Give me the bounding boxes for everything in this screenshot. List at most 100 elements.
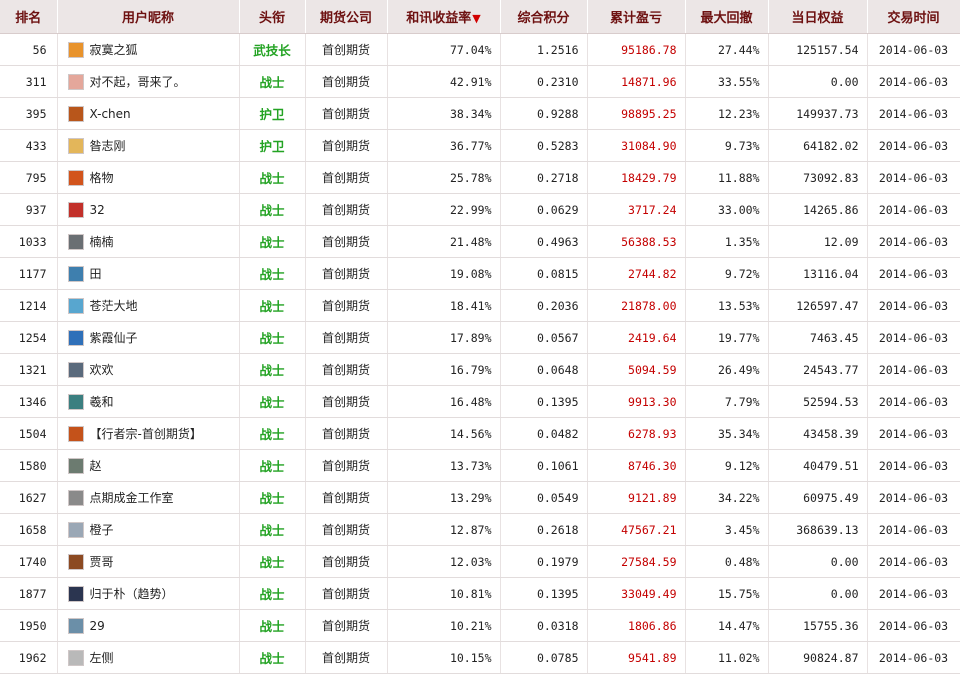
cell-max-drawdown: 9.72% <box>685 257 769 290</box>
user-nickname-link[interactable]: 29 <box>90 619 105 633</box>
cell-title: 战士 <box>239 385 306 418</box>
user-nickname-link[interactable]: 欢欢 <box>90 363 114 377</box>
cell-company: 首创期货 <box>305 385 388 418</box>
avatar[interactable] <box>67 169 84 186</box>
cell-nickname: 【行者宗-首创期货】 <box>57 417 240 450</box>
cell-equity: 64182.02 <box>768 129 868 162</box>
avatar[interactable] <box>67 553 84 570</box>
user-nickname-link[interactable]: 赵 <box>90 459 102 473</box>
user-nickname-link[interactable]: X-chen <box>90 107 131 121</box>
avatar[interactable] <box>67 425 84 442</box>
avatar[interactable] <box>67 265 84 282</box>
cell-company: 首创期货 <box>305 641 388 674</box>
avatar[interactable] <box>67 361 84 378</box>
cell-trade-time: 2014-06-03 <box>867 129 960 162</box>
user-nickname-link[interactable]: 格物 <box>90 171 114 185</box>
table-row: 56 寂寞之狐 武技长 首创期货 77.04% 1.2516 95186.78 27.44% 1… <box>0 33 960 66</box>
cell-nickname: X-chen <box>57 97 240 130</box>
avatar[interactable] <box>67 105 84 122</box>
cell-max-drawdown: 9.12% <box>685 449 769 482</box>
user-nickname-link[interactable]: 32 <box>90 203 105 217</box>
avatar[interactable] <box>67 73 84 90</box>
cell-company: 首创期货 <box>305 65 388 98</box>
header-total-pnl[interactable]: 累计盈亏 <box>587 0 686 34</box>
cell-score: 0.0785 <box>500 641 588 674</box>
user-nickname-link[interactable]: 归于朴（趋势） <box>90 587 174 601</box>
cell-trade-time: 2014-06-03 <box>867 513 960 546</box>
user-nickname-link[interactable]: 贾哥 <box>90 555 114 569</box>
cell-company: 首创期货 <box>305 289 388 322</box>
avatar[interactable] <box>67 585 84 602</box>
user-nickname-link[interactable]: 【行者宗-首创期货】 <box>90 427 202 441</box>
header-return-rate[interactable]: 和讯收益率▼ <box>387 0 501 34</box>
user-nickname-link[interactable]: 橙子 <box>90 523 114 537</box>
user-nickname-link[interactable]: 羲和 <box>90 395 114 409</box>
cell-score: 0.2718 <box>500 161 588 194</box>
cell-rank: 1627 <box>0 481 58 514</box>
avatar[interactable] <box>67 41 84 58</box>
cell-nickname: 欢欢 <box>57 353 240 386</box>
cell-return-rate: 12.03% <box>387 545 501 578</box>
avatar[interactable] <box>67 137 84 154</box>
avatar[interactable] <box>67 489 84 506</box>
avatar[interactable] <box>67 329 84 346</box>
avatar[interactable] <box>67 233 84 250</box>
cell-rank: 1177 <box>0 257 58 290</box>
cell-title: 战士 <box>239 481 306 514</box>
avatar[interactable] <box>67 297 84 314</box>
table-row: 1214 苍茫大地 战士 首创期货 18.41% 0.2036 21878.00 13.53%… <box>0 289 960 322</box>
user-nickname-link[interactable]: 田 <box>90 267 102 281</box>
cell-total-pnl: 27584.59 <box>587 545 686 578</box>
cell-nickname: 昝志刚 <box>57 129 240 162</box>
user-nickname-link[interactable]: 昝志刚 <box>90 139 126 153</box>
user-nickname-link[interactable]: 寂寞之狐 <box>90 43 138 57</box>
cell-total-pnl: 6278.93 <box>587 417 686 450</box>
cell-company: 首创期货 <box>305 609 388 642</box>
user-nickname-link[interactable]: 紫霞仙子 <box>90 331 138 345</box>
cell-equity: 0.00 <box>768 577 868 610</box>
cell-equity: 7463.45 <box>768 321 868 354</box>
table-row: 1962 左侧 战士 首创期货 10.15% 0.0785 9541.89 11.02% 908… <box>0 641 960 674</box>
cell-max-drawdown: 27.44% <box>685 33 769 66</box>
avatar[interactable] <box>67 617 84 634</box>
avatar[interactable] <box>67 457 84 474</box>
cell-total-pnl: 18429.79 <box>587 161 686 194</box>
header-max-drawdown[interactable]: 最大回撤 <box>685 0 769 34</box>
header-score[interactable]: 综合积分 <box>500 0 588 34</box>
cell-score: 0.0567 <box>500 321 588 354</box>
cell-trade-time: 2014-06-03 <box>867 481 960 514</box>
cell-company: 首创期货 <box>305 353 388 386</box>
cell-rank: 1580 <box>0 449 58 482</box>
table-row: 937 32 战士 首创期货 22.99% 0.0629 3717.24 33.00% 1426… <box>0 193 960 226</box>
cell-equity: 73092.83 <box>768 161 868 194</box>
user-nickname-link[interactable]: 苍茫大地 <box>90 299 138 313</box>
cell-equity: 60975.49 <box>768 481 868 514</box>
user-nickname-link[interactable]: 左侧 <box>90 651 114 665</box>
avatar[interactable] <box>67 521 84 538</box>
avatar[interactable] <box>67 393 84 410</box>
user-nickname-link[interactable]: 点期成金工作室 <box>90 491 174 505</box>
table-row: 1346 羲和 战士 首创期货 16.48% 0.1395 9913.30 7.79% 5259… <box>0 385 960 418</box>
cell-rank: 1033 <box>0 225 58 258</box>
header-rank[interactable]: 排名 <box>0 0 58 34</box>
cell-nickname: 赵 <box>57 449 240 482</box>
header-return-rate-label: 和讯收益率 <box>406 11 472 26</box>
cell-total-pnl: 2419.64 <box>587 321 686 354</box>
avatar[interactable] <box>67 201 84 218</box>
cell-company: 首创期货 <box>305 513 388 546</box>
cell-score: 0.9288 <box>500 97 588 130</box>
cell-rank: 795 <box>0 161 58 194</box>
user-nickname-link[interactable]: 对不起，哥来了。 <box>90 75 186 89</box>
cell-title: 战士 <box>239 353 306 386</box>
table-row: 1504 【行者宗-首创期货】 战士 首创期货 14.56% 0.0482 6278.93 3… <box>0 417 960 450</box>
cell-company: 首创期货 <box>305 193 388 226</box>
user-nickname-link[interactable]: 楠楠 <box>90 235 114 249</box>
header-equity[interactable]: 当日权益 <box>768 0 868 34</box>
table-row: 1658 橙子 战士 首创期货 12.87% 0.2618 47567.21 3.45% 368… <box>0 513 960 546</box>
cell-trade-time: 2014-06-03 <box>867 577 960 610</box>
sort-desc-icon[interactable]: ▼ <box>472 12 480 25</box>
cell-title: 战士 <box>239 161 306 194</box>
cell-total-pnl: 47567.21 <box>587 513 686 546</box>
avatar[interactable] <box>67 649 84 666</box>
cell-company: 首创期货 <box>305 161 388 194</box>
